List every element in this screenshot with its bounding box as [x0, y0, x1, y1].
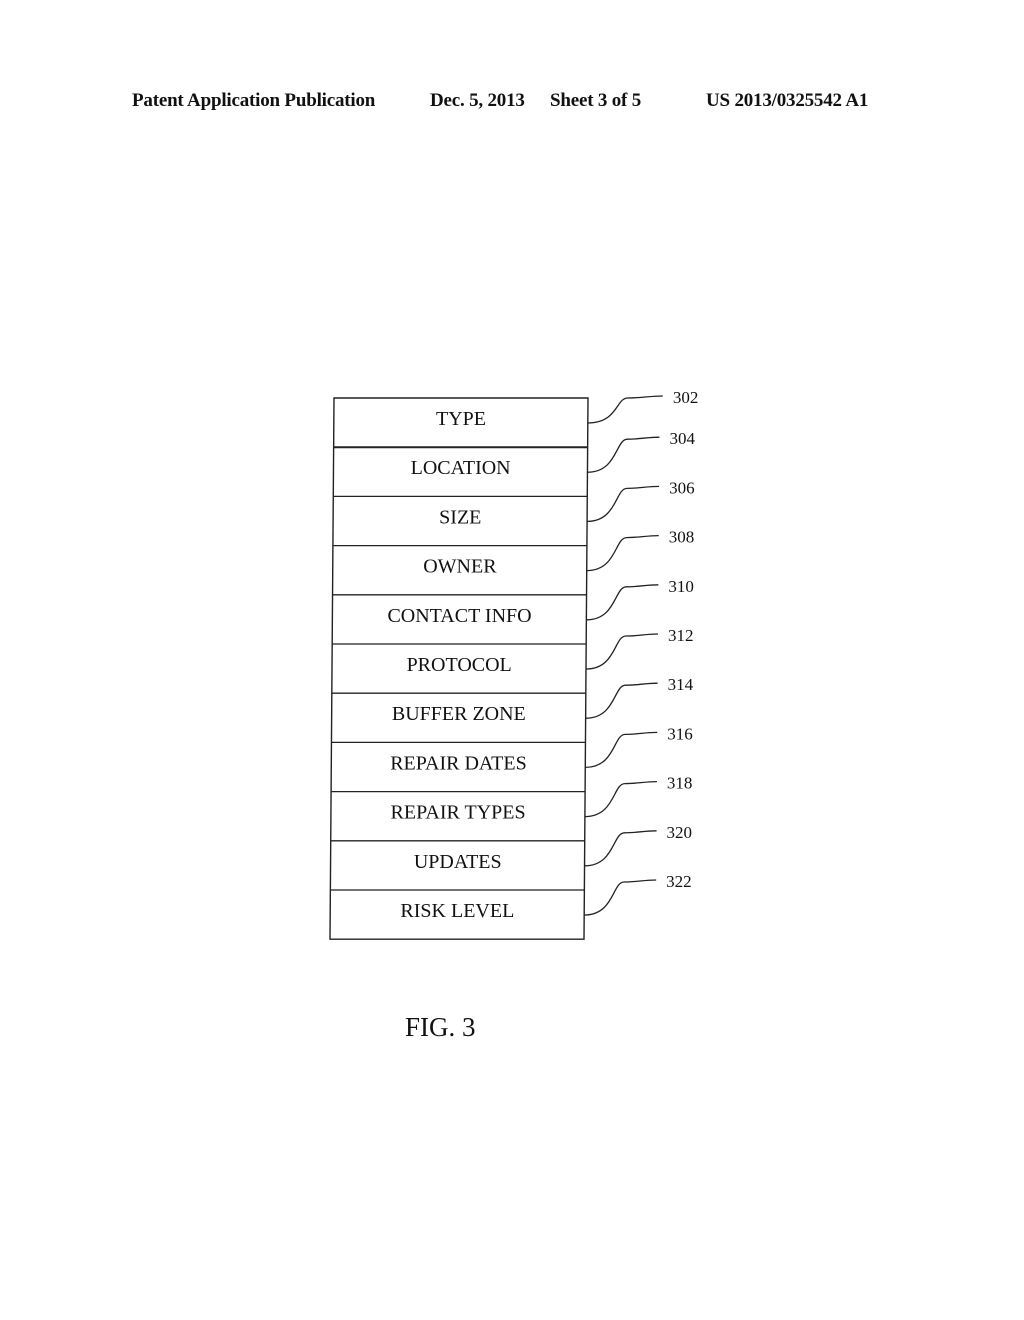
- reference-leader: [585, 682, 658, 719]
- reference-numeral: 308: [669, 528, 695, 547]
- field-row: CONTACT INFO 310: [332, 577, 694, 627]
- field-row: PROTOCOL 312: [332, 626, 694, 676]
- reference-leader: [587, 395, 663, 424]
- reference-numeral: 306: [669, 478, 695, 497]
- field-row: TYPE 302: [436, 388, 698, 430]
- reference-leader: [585, 731, 658, 769]
- field-label: TYPE: [436, 408, 486, 430]
- reference-numeral: 304: [669, 429, 695, 448]
- field-row: OWNER 308: [332, 528, 695, 578]
- reference-leader: [587, 436, 660, 473]
- reference-leader: [586, 584, 659, 621]
- reference-leader: [587, 485, 660, 523]
- field-label: RISK LEVEL: [400, 900, 514, 922]
- field-label: REPAIR TYPES: [391, 802, 526, 824]
- reference-numeral: 314: [668, 675, 694, 694]
- field-label: OWNER: [423, 556, 497, 578]
- field-label: BUFFER ZONE: [392, 703, 526, 725]
- reference-numeral: 310: [668, 577, 694, 596]
- field-row: SIZE 306: [333, 478, 695, 528]
- field-row: RISK LEVEL 322: [330, 872, 692, 922]
- reference-numeral: 302: [673, 388, 699, 407]
- field-label: REPAIR DATES: [390, 752, 527, 774]
- reference-numeral: 320: [667, 823, 693, 842]
- field-label: CONTACT INFO: [387, 605, 531, 627]
- reference-leader: [584, 780, 657, 818]
- field-row: LOCATION 304: [333, 429, 695, 479]
- field-row: REPAIR DATES 316: [331, 724, 693, 774]
- reference-numeral: 312: [668, 626, 694, 645]
- reference-leader: [586, 534, 659, 572]
- reference-leader: [585, 633, 659, 670]
- field-label: LOCATION: [411, 457, 511, 479]
- field-row: UPDATES 320: [330, 823, 693, 873]
- figure-label: FIG. 3: [405, 1012, 476, 1042]
- reference-leader: [584, 879, 657, 916]
- field-label: UPDATES: [414, 851, 502, 873]
- field-label: PROTOCOL: [407, 654, 512, 676]
- reference-leader: [584, 830, 657, 867]
- reference-numeral: 318: [667, 774, 693, 793]
- field-label: SIZE: [439, 506, 481, 528]
- reference-numeral: 322: [666, 872, 692, 891]
- field-row: REPAIR TYPES 318: [331, 774, 692, 824]
- field-row: BUFFER ZONE 314: [331, 675, 694, 725]
- reference-numeral: 316: [667, 724, 693, 743]
- record-structure-diagram: TYPE 302 LOCATION 304 SIZE 306 OWNER 308 CONTACT…: [329, 388, 698, 940]
